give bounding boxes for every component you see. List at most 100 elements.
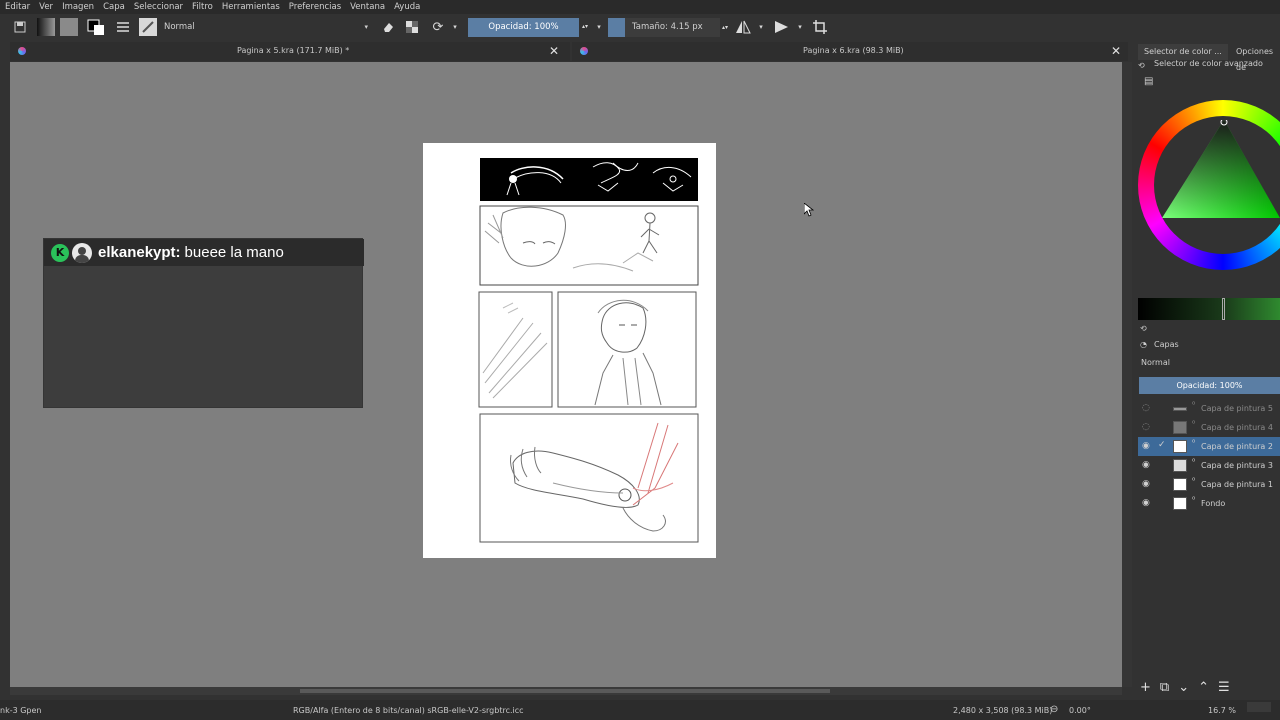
- color-panel-title: Selector de color avanzado: [1154, 59, 1263, 68]
- layer-properties-icon[interactable]: ☰: [1218, 680, 1230, 696]
- paint-layer-icon: ⁰: [1192, 476, 1196, 485]
- layer-row[interactable]: ◉ ⁰ Capa de pintura 1: [1138, 475, 1280, 494]
- chat-username: elkanekypt:: [98, 244, 181, 261]
- layer-blend-mode[interactable]: Normal: [1138, 355, 1280, 371]
- chevron-down-icon[interactable]: ▾: [796, 18, 804, 36]
- paint-layer-icon: ⁰: [1192, 457, 1196, 466]
- chevron-down-icon: ▾: [364, 23, 368, 31]
- fg-bg-color-icon[interactable]: [86, 18, 106, 36]
- layer-thumbnail: [1173, 440, 1187, 453]
- alpha-lock-icon[interactable]: [404, 18, 420, 36]
- menu-ventana[interactable]: Ventana: [350, 2, 385, 12]
- chevron-down-icon[interactable]: ▾: [450, 18, 460, 36]
- gradient-swatch[interactable]: [37, 18, 55, 36]
- move-up-icon[interactable]: ⌃: [1198, 680, 1209, 696]
- chat-overlay: K elkanekypt: bueee la mano: [43, 238, 364, 408]
- layer-thumbnail: [1173, 478, 1187, 491]
- blend-mode-select[interactable]: Normal ▾: [160, 19, 372, 36]
- color-history-bar[interactable]: [1138, 298, 1280, 320]
- layer-row-selected[interactable]: ◉ ✓ ⁰ Capa de pintura 2: [1138, 437, 1280, 456]
- layer-name[interactable]: Capa de pintura 4: [1201, 423, 1273, 432]
- chat-message: K elkanekypt: bueee la mano: [44, 239, 364, 266]
- add-layer-icon[interactable]: +: [1140, 680, 1151, 696]
- move-down-icon[interactable]: ⌄: [1178, 680, 1189, 696]
- crop-icon[interactable]: [812, 18, 828, 36]
- rotation-icon[interactable]: ⊖: [1050, 704, 1058, 715]
- paint-layer-icon: ⁰: [1192, 495, 1196, 504]
- horizontal-scrollbar[interactable]: [10, 687, 1122, 695]
- layer-thumbnail: [1173, 407, 1187, 411]
- menu-editar[interactable]: Editar: [5, 2, 30, 12]
- eye-icon[interactable]: ◉: [1142, 479, 1152, 489]
- status-brush[interactable]: nk-3 Gpen: [0, 706, 42, 715]
- kick-badge-icon: K: [51, 243, 69, 262]
- menu-preferencias[interactable]: Preferencias: [289, 2, 341, 12]
- zoom-slider[interactable]: [1247, 702, 1271, 712]
- menu-seleccionar[interactable]: Seleccionar: [134, 2, 183, 12]
- brush-presets-icon[interactable]: [114, 18, 132, 36]
- menu-imagen[interactable]: Imagen: [62, 2, 94, 12]
- status-zoom[interactable]: 16.7 %: [1208, 706, 1236, 715]
- document-tab-2[interactable]: Pagina x 6.kra (98.3 MiB) ✕: [572, 42, 1128, 61]
- menu-ver[interactable]: Ver: [39, 2, 53, 12]
- layer-row[interactable]: ◌ ⁰ Capa de pintura 4: [1138, 418, 1280, 437]
- status-color-space: RGB/Alfa (Entero de 8 bits/canal) sRGB-e…: [293, 706, 524, 715]
- menu-bar: Editar Ver Imagen Capa Seleccionar Filtr…: [0, 0, 1280, 14]
- layers-panel-title: Capas: [1154, 340, 1179, 349]
- refresh-icon[interactable]: ⟲: [1140, 324, 1147, 333]
- status-rotation[interactable]: 0.00°: [1069, 706, 1091, 715]
- mirror-horizontal-icon[interactable]: [735, 18, 751, 36]
- size-spin-icon[interactable]: ▴▾: [721, 18, 729, 36]
- menu-capa[interactable]: Capa: [103, 2, 125, 12]
- eye-icon[interactable]: ◉: [1142, 441, 1152, 451]
- vertical-scrollbar[interactable]: [1122, 62, 1132, 687]
- layer-name[interactable]: Capa de pintura 5: [1201, 404, 1273, 413]
- status-dimensions: 2,480 x 3,508 (98.3 MiB): [953, 706, 1053, 715]
- close-icon[interactable]: ✕: [1111, 44, 1121, 58]
- layer-name[interactable]: Fondo: [1201, 499, 1225, 508]
- save-icon[interactable]: [12, 18, 28, 36]
- mouse-cursor-icon: [803, 202, 815, 220]
- comic-sketch: [478, 158, 699, 543]
- eye-closed-icon[interactable]: ◌: [1142, 403, 1152, 413]
- layer-name[interactable]: Capa de pintura 2: [1201, 442, 1273, 451]
- eraser-icon[interactable]: [380, 18, 396, 36]
- dock-tab-color-selector[interactable]: Selector de color ...: [1138, 44, 1228, 60]
- eye-icon[interactable]: ◉: [1142, 460, 1152, 470]
- layer-row[interactable]: ◉ ⁰ Capa de pintura 3: [1138, 456, 1280, 475]
- pattern-swatch[interactable]: [60, 18, 78, 36]
- saturation-value-triangle[interactable]: [1162, 120, 1280, 218]
- size-slider[interactable]: Tamaño: 4.15 px: [608, 18, 720, 37]
- refresh-icon[interactable]: ⟲: [1138, 61, 1145, 70]
- comic-page[interactable]: [423, 143, 716, 558]
- color-history-marker: [1222, 298, 1225, 320]
- document-tab-1[interactable]: Pagina x 5.kra (171.7 MiB) * ✕: [10, 42, 570, 61]
- layer-name[interactable]: Capa de pintura 1: [1201, 480, 1273, 489]
- scrollbar-thumb[interactable]: [300, 689, 830, 693]
- layer-row[interactable]: ◉ ⁰ Fondo: [1138, 494, 1280, 513]
- menu-ayuda[interactable]: Ayuda: [394, 2, 420, 12]
- color-settings-icon[interactable]: ▤: [1144, 76, 1153, 87]
- duplicate-layer-icon[interactable]: ⧉: [1160, 680, 1169, 696]
- layer-name[interactable]: Capa de pintura 3: [1201, 461, 1273, 470]
- dock-tab-options[interactable]: Opciones de: [1230, 44, 1280, 72]
- chat-text: bueee la mano: [184, 244, 284, 261]
- eye-icon[interactable]: ◉: [1142, 498, 1152, 508]
- mirror-vertical-icon[interactable]: [774, 18, 790, 36]
- krita-icon: [18, 47, 26, 55]
- layer-opacity-slider[interactable]: Opacidad: 100%: [1139, 377, 1280, 394]
- menu-herramientas[interactable]: Herramientas: [222, 2, 280, 12]
- opacity-slider[interactable]: Opacidad: 100%: [468, 18, 579, 37]
- chevron-down-icon[interactable]: ▾: [594, 18, 604, 36]
- close-icon[interactable]: ✕: [549, 44, 559, 58]
- chevron-down-icon[interactable]: ▾: [757, 18, 765, 36]
- paint-layer-icon: ⁰: [1192, 438, 1196, 447]
- opacity-spin-icon[interactable]: ▴▾: [581, 18, 589, 36]
- layer-thumbnail: [1173, 421, 1187, 434]
- checkmark-icon: ✓: [1158, 440, 1166, 450]
- eye-closed-icon[interactable]: ◌: [1142, 422, 1152, 432]
- reload-preset-icon[interactable]: ⟳: [430, 18, 446, 36]
- menu-filtro[interactable]: Filtro: [192, 2, 213, 12]
- brush-preview-icon[interactable]: [139, 18, 157, 36]
- layer-row[interactable]: ◌ ⁰ Capa de pintura 5: [1138, 399, 1280, 418]
